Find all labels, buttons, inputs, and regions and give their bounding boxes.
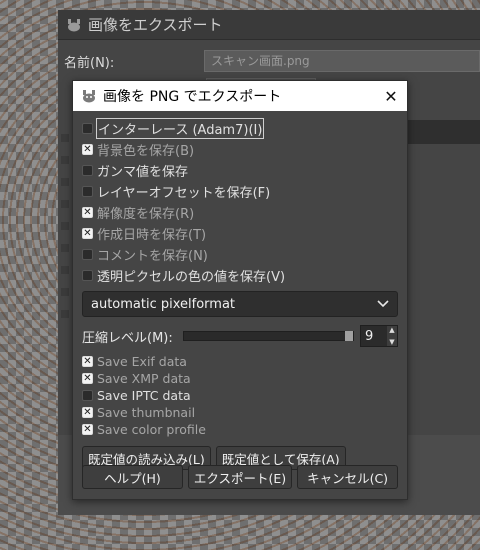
cancel-button[interactable]: キャンセル(C) (297, 465, 398, 489)
filename-label: 名前(N): (64, 55, 115, 71)
option-save-color-profile[interactable]: ✕ Save color profile (82, 421, 398, 438)
save-exif-label: Save Exif data (97, 354, 187, 369)
dialog-titlebar: 画像を PNG でエクスポート ✕ (73, 81, 407, 111)
option-save-creation-time[interactable]: ✕ 作成日時を保存(T) (82, 223, 398, 244)
save-resolution-label: 解像度を保存(R) (97, 207, 195, 222)
save-creation-time-checkbox[interactable]: ✕ (82, 228, 93, 239)
dialog-action-buttons: ヘルプ(H) エクスポート(E) キャンセル(C) (82, 465, 398, 489)
help-button[interactable]: ヘルプ(H) (82, 465, 183, 489)
pixelformat-dropdown[interactable]: automatic pixelformat (82, 291, 398, 317)
png-options-list: インターレース (Adam7)(I) ✕ 背景色を保存(B) ガンマ値を保存 レ… (73, 111, 407, 286)
png-export-dialog: 画像を PNG でエクスポート ✕ インターレース (Adam7)(I) ✕ 背… (72, 80, 408, 500)
option-save-thumbnail[interactable]: ✕ Save thumbnail (82, 404, 398, 421)
option-save-resolution[interactable]: ✕ 解像度を保存(R) (82, 202, 398, 223)
compression-value: 9 (365, 328, 374, 344)
close-button[interactable]: ✕ (375, 81, 407, 111)
compression-slider-handle[interactable] (345, 331, 353, 341)
option-save-iptc[interactable]: Save IPTC data (82, 387, 398, 404)
save-exif-checkbox[interactable]: ✕ (82, 356, 93, 367)
gimp-wilber-icon (68, 18, 80, 31)
option-save-gamma[interactable]: ガンマ値を保存 (82, 160, 398, 181)
file-list-header (398, 120, 480, 144)
option-save-background[interactable]: ✕ 背景色を保存(B) (82, 139, 398, 160)
save-xmp-label: Save XMP data (97, 371, 191, 386)
filename-input[interactable]: スキャン画面.png (204, 50, 480, 72)
metadata-options-list: ✕ Save Exif data ✕ Save XMP data Save IP… (73, 347, 407, 438)
dialog-title: 画像を PNG でエクスポート (103, 89, 282, 105)
compression-label: 圧縮レベル(M): (82, 330, 173, 346)
save-iptc-label: Save IPTC data (97, 388, 191, 403)
save-background-checkbox[interactable]: ✕ (82, 144, 93, 155)
save-gamma-checkbox[interactable] (82, 165, 93, 176)
option-interlace[interactable]: インターレース (Adam7)(I) (82, 118, 398, 139)
option-save-exif[interactable]: ✕ Save Exif data (82, 353, 398, 370)
pixelformat-value: automatic pixelformat (91, 296, 236, 312)
compression-slider-fill (183, 332, 353, 340)
option-save-transparent-color[interactable]: 透明ピクセルの色の値を保存(V) (82, 265, 398, 286)
chevron-down-icon (377, 297, 389, 311)
save-comment-checkbox[interactable] (82, 249, 93, 260)
save-transparent-color-checkbox[interactable] (82, 270, 93, 281)
save-background-label: 背景色を保存(B) (97, 144, 195, 159)
option-save-comment[interactable]: コメントを保存(N) (82, 244, 398, 265)
save-thumbnail-label: Save thumbnail (97, 405, 196, 420)
save-comment-label: コメントを保存(N) (97, 249, 208, 264)
export-window-title: 画像をエクスポート (88, 16, 223, 34)
save-thumbnail-checkbox[interactable]: ✕ (82, 407, 93, 418)
save-color-profile-label: Save color profile (97, 422, 206, 437)
compression-spinbox[interactable]: 9 ▲ ▼ (360, 325, 398, 347)
interlace-checkbox[interactable] (82, 123, 93, 134)
spin-up-icon[interactable]: ▲ (389, 326, 394, 334)
save-iptc-checkbox[interactable] (82, 390, 93, 401)
spin-arrows[interactable]: ▲ ▼ (387, 326, 397, 346)
save-transparent-color-label: 透明ピクセルの色の値を保存(V) (97, 270, 286, 285)
save-resolution-checkbox[interactable]: ✕ (82, 207, 93, 218)
gimp-wilber-icon (83, 90, 95, 103)
save-color-profile-checkbox[interactable]: ✕ (82, 424, 93, 435)
option-save-layer-offset[interactable]: レイヤーオフセットを保存(F) (82, 181, 398, 202)
compression-row: 圧縮レベル(M): 9 ▲ ▼ (82, 325, 398, 347)
save-layer-offset-checkbox[interactable] (82, 186, 93, 197)
save-xmp-checkbox[interactable]: ✕ (82, 373, 93, 384)
spin-down-icon[interactable]: ▼ (389, 338, 394, 346)
option-save-xmp[interactable]: ✕ Save XMP data (82, 370, 398, 387)
filename-row: 名前(N): スキャン画面.png (64, 50, 480, 72)
save-gamma-label: ガンマ値を保存 (97, 165, 189, 180)
export-window-titlebar: 画像をエクスポート (58, 10, 480, 40)
export-button[interactable]: エクスポート(E) (187, 465, 293, 489)
places-sidebar (58, 120, 72, 470)
save-creation-time-label: 作成日時を保存(T) (97, 228, 207, 243)
save-layer-offset-label: レイヤーオフセットを保存(F) (97, 186, 271, 201)
compression-slider[interactable] (182, 331, 354, 341)
interlace-label: インターレース (Adam7)(I) (95, 118, 265, 139)
